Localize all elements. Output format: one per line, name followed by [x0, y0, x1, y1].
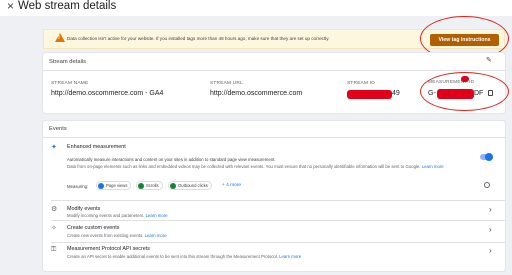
banner-message: Data collection isn't active for your we…	[67, 36, 330, 41]
chevron-right-icon[interactable]: ›	[489, 225, 492, 234]
events-title: Events	[49, 126, 67, 132]
chip-scrolls: Scrolls	[136, 181, 163, 190]
modify-events-title[interactable]: Modify events	[67, 206, 100, 212]
page-header: × Web stream details	[0, 0, 512, 16]
measuring-label: Measuring:	[67, 184, 89, 189]
stream-id-redaction	[347, 90, 392, 99]
modify-events-desc: Modify incoming events and parameters. L…	[67, 213, 168, 218]
events-card: Events ✦ Enhanced measurement Automatica…	[43, 121, 505, 271]
stream-id-label: STREAM ID	[347, 81, 375, 86]
warning-banner: ! Data collection isn't active for your …	[43, 29, 505, 49]
stream-id-suffix: 49	[392, 90, 400, 97]
stream-details-card: Stream details ✎ STREAM NAME http://demo…	[43, 53, 505, 113]
enhanced-learn-more-link[interactable]: Learn more	[422, 164, 444, 169]
stream-name-label: STREAM NAME	[51, 81, 89, 86]
scrolls-icon	[138, 182, 144, 189]
outbound-clicks-icon	[170, 182, 176, 189]
measurement-id-suffix: DF	[474, 90, 484, 97]
chevron-right-icon[interactable]: ›	[489, 205, 492, 214]
modify-learn-more-link[interactable]: Learn more	[146, 213, 168, 218]
enhanced-measurement-title: Enhanced measurement	[67, 144, 126, 150]
warning-icon	[55, 33, 65, 42]
custom-events-desc: Create new events from existing events. …	[67, 233, 167, 238]
edit-pencil-icon[interactable]: ✎	[486, 56, 492, 64]
gear-icon[interactable]	[484, 182, 490, 188]
modify-events-icon: ⚙	[51, 206, 58, 213]
custom-events-title[interactable]: Create custom events	[67, 225, 119, 231]
key-icon: ⚿	[51, 246, 57, 253]
measurement-id-prefix: G-	[428, 90, 436, 97]
close-icon[interactable]: ×	[7, 0, 14, 13]
mp-learn-more-link[interactable]: Learn more	[279, 254, 301, 259]
enhanced-measurement-toggle[interactable]	[480, 153, 493, 161]
page-views-icon	[98, 182, 104, 189]
mp-api-secrets-title[interactable]: Measurement Protocol API secrets	[67, 246, 150, 252]
page-title: Web stream details	[18, 0, 117, 12]
measurement-id-redaction	[437, 89, 474, 99]
sparkle-icon: ✦	[51, 144, 57, 151]
chevron-right-icon[interactable]: ›	[489, 246, 492, 255]
enhanced-desc-1: Automatically measure interactions and c…	[67, 157, 276, 162]
view-tag-instructions-button[interactable]: View tag instructions	[430, 34, 499, 46]
custom-learn-more-link[interactable]: Learn more	[145, 233, 167, 238]
enhanced-desc-2: Data from on-page elements such as links…	[67, 164, 444, 169]
stream-url-value: http://demo.oscommerce.com	[210, 90, 303, 97]
more-link[interactable]: + 4 more	[222, 183, 241, 188]
stream-details-title: Stream details	[49, 59, 87, 65]
chip-outbound-clicks: Outbound clicks	[168, 181, 212, 190]
mp-api-secrets-desc: Create an API secret to enable additiona…	[67, 254, 302, 259]
custom-events-icon: ✧	[51, 225, 57, 232]
stream-name-value: http://demo.oscommerce.com - GA4	[51, 90, 164, 97]
stream-url-label: STREAM URL	[210, 81, 243, 86]
chip-page-views: Page views	[96, 181, 132, 190]
copy-icon[interactable]	[488, 90, 493, 96]
